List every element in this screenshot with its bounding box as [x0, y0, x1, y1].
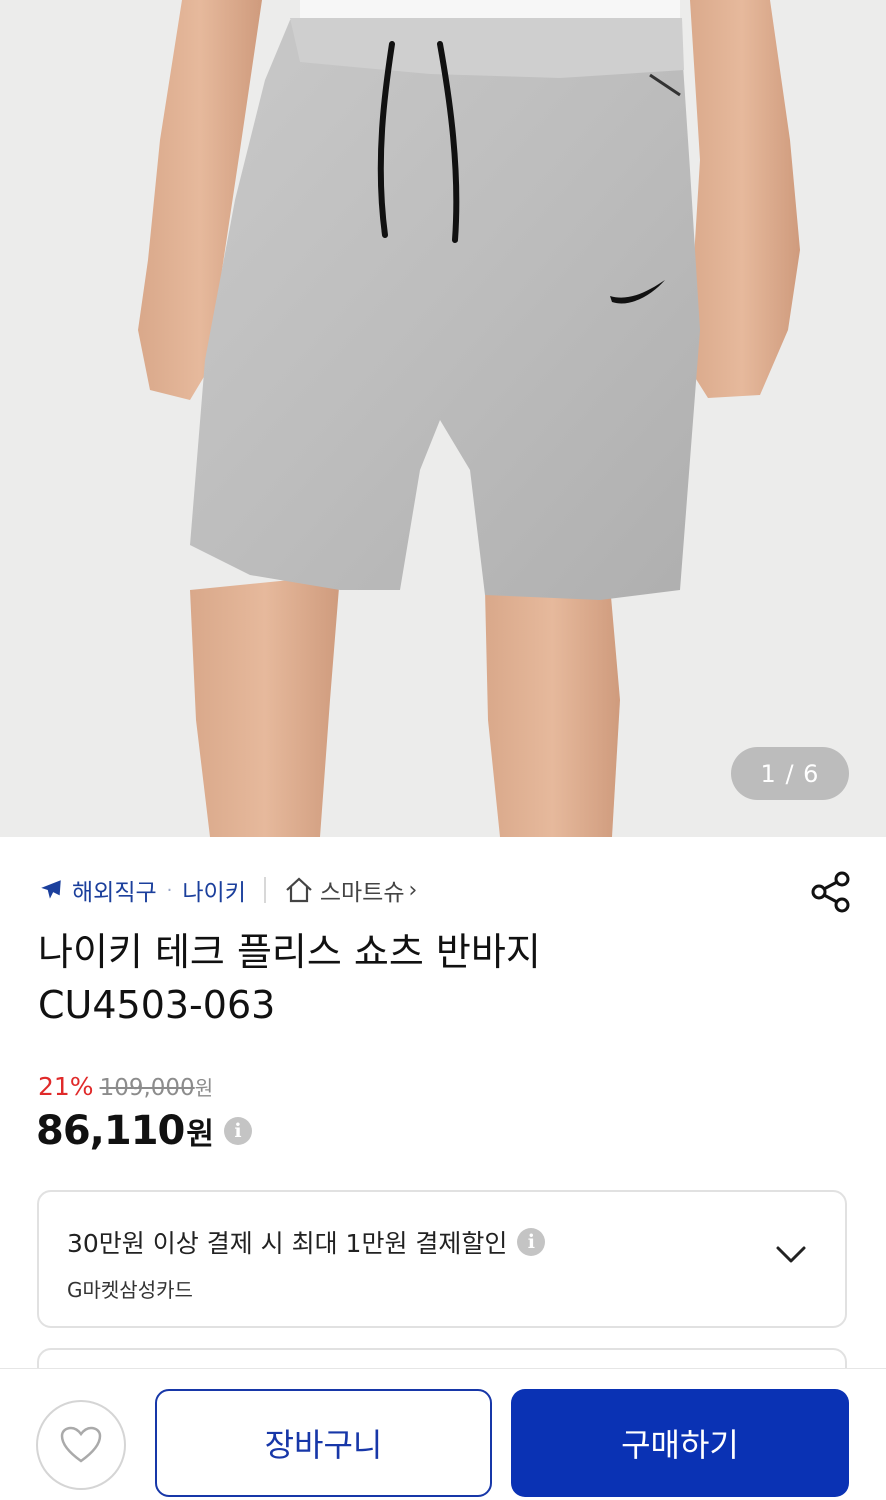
price-info-icon[interactable]: i — [223, 1117, 252, 1145]
product-detail-page: 1 / 6 해외직구 · 나이키 스마트슈 › 나이키 테크 플리스 쇼츠 반바… — [0, 0, 886, 1500]
discount-rate: 21% — [38, 1072, 94, 1101]
chevron-right-icon: › — [408, 877, 418, 903]
sale-price-unit: 원 — [186, 1117, 214, 1152]
bottom-action-bar: 장바구니 구매하기 — [0, 1368, 886, 1500]
wishlist-button[interactable] — [36, 1400, 126, 1490]
sale-price: 86,110 — [36, 1108, 185, 1154]
share-icon[interactable] — [810, 870, 852, 914]
product-model-code: CU4503-063 — [38, 983, 276, 1027]
promo-main: 30만원 이상 결제 시 최대 1만원 결제할인 i — [67, 1224, 546, 1260]
breadcrumb-brand[interactable]: 나이키 — [182, 873, 245, 907]
product-title-line1: 나이키 테크 플리스 쇼츠 반바지 — [38, 930, 541, 974]
shop-name: 스마트슈 — [319, 880, 405, 906]
breadcrumb-category[interactable]: 해외직구 — [72, 873, 157, 907]
breadcrumb-divider — [263, 877, 266, 903]
chevron-down-icon[interactable] — [775, 1244, 807, 1266]
sale-price-row: 86,110 원 i — [36, 1108, 252, 1154]
product-title: 나이키 테크 플리스 쇼츠 반바지 CU4503-063 — [38, 926, 818, 1032]
product-image[interactable]: 1 / 6 — [0, 0, 886, 837]
card-discount-box[interactable]: 30만원 이상 결제 시 최대 1만원 결제할인 i G마켓삼성카드 — [37, 1190, 847, 1328]
product-photo — [0, 0, 886, 837]
add-to-cart-button[interactable]: 장바구니 — [155, 1389, 492, 1497]
promo-card-name: G마켓삼성카드 — [67, 1278, 193, 1302]
buy-now-button[interactable]: 구매하기 — [511, 1389, 849, 1497]
breadcrumb-dot-separator: · — [166, 879, 173, 901]
promo-info-icon[interactable]: i — [517, 1228, 546, 1256]
home-icon — [286, 877, 312, 903]
shop-link[interactable]: 스마트슈 › — [284, 873, 417, 907]
breadcrumb: 해외직구 · 나이키 스마트슈 › — [38, 868, 856, 912]
airplane-icon — [41, 880, 61, 899]
discount-row: 21% 109,000 원 — [38, 1072, 213, 1101]
original-price-unit: 원 — [194, 1076, 214, 1100]
image-counter-badge: 1 / 6 — [731, 747, 849, 800]
promo-text: 30만원 이상 결제 시 최대 1만원 결제할인 — [67, 1229, 508, 1258]
heart-icon — [60, 1426, 102, 1463]
original-price: 109,000 — [99, 1075, 195, 1101]
